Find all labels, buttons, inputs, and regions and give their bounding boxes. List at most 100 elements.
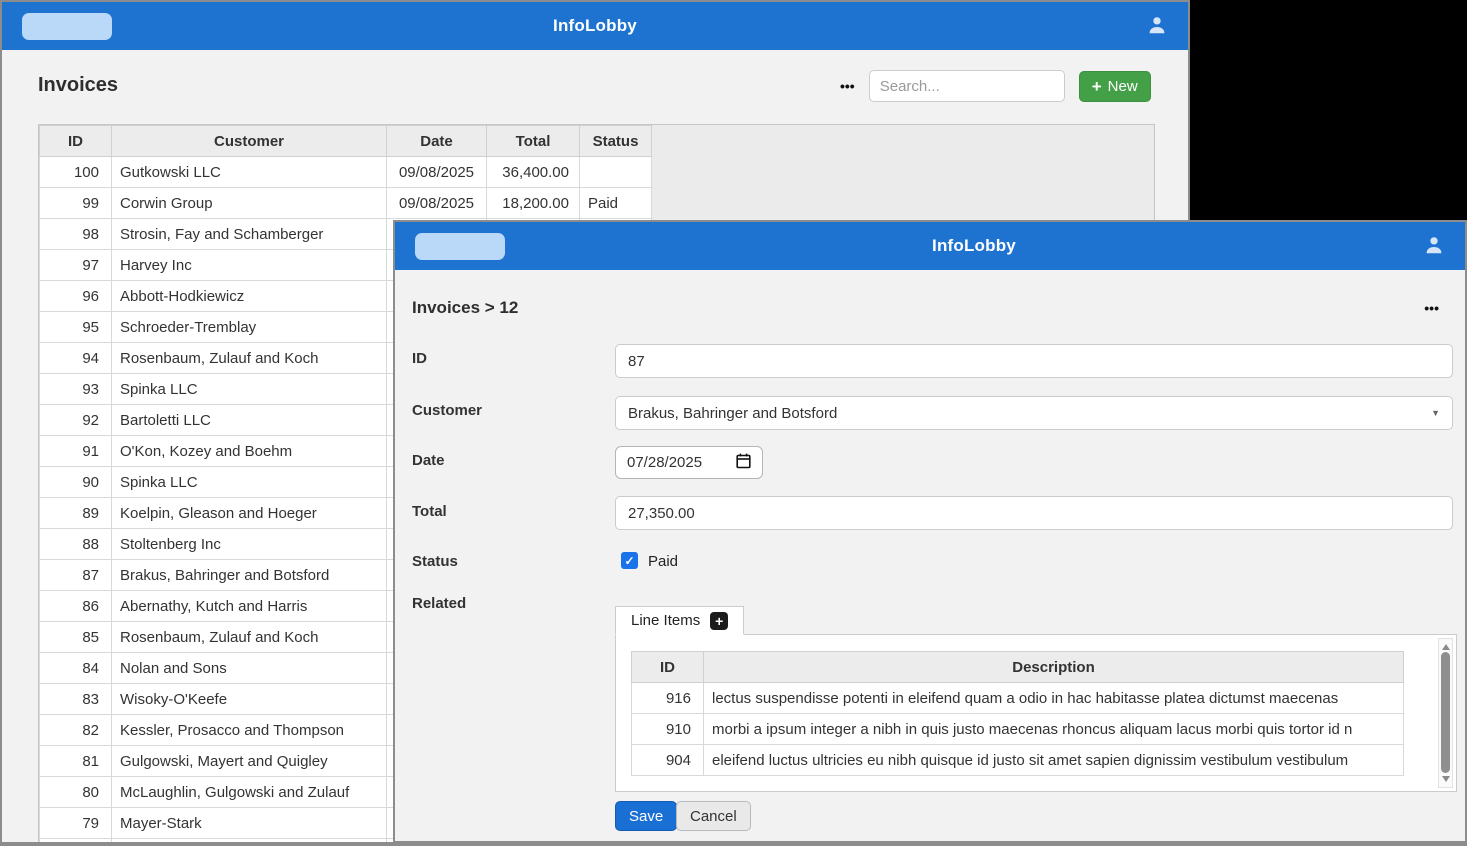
cell-customer: Rosenbaum, Zulauf and Koch [112, 343, 387, 374]
cell-id: 95 [40, 312, 112, 343]
more-menu-icon[interactable]: ••• [1424, 300, 1439, 316]
customer-select[interactable]: Brakus, Bahringer and Botsford ▼ [615, 396, 1453, 430]
cell-id: 96 [40, 281, 112, 312]
new-button-label: New [1108, 78, 1138, 95]
cell-id: 91 [40, 436, 112, 467]
date-label: Date [412, 452, 445, 469]
table-row[interactable]: 99Corwin Group09/08/202518,200.00Paid [40, 188, 652, 219]
cell-status: Paid [580, 188, 652, 219]
cell-id: 87 [40, 560, 112, 591]
cell-id: 85 [40, 622, 112, 653]
line-items-scrollbar[interactable] [1438, 638, 1453, 788]
cell-id: 83 [40, 684, 112, 715]
cell-customer: Wisoky-O'Keefe [112, 684, 387, 715]
col-header-id[interactable]: ID [40, 126, 112, 157]
customer-select-value: Brakus, Bahringer and Botsford [628, 405, 837, 422]
cell-id: 97 [40, 250, 112, 281]
cell-customer: Bartoletti LLC [112, 405, 387, 436]
scroll-down-icon[interactable] [1442, 776, 1450, 782]
cell-customer: Koelpin, Gleason and Hoeger [112, 498, 387, 529]
cell-date: 09/08/2025 [387, 188, 487, 219]
cell-customer: Gutkowski LLC [112, 157, 387, 188]
add-line-item-button[interactable]: + [710, 612, 728, 630]
total-field[interactable] [615, 496, 1453, 530]
app-title: InfoLobby [2, 16, 1188, 36]
cell-customer: Spinka LLC [112, 467, 387, 498]
cell-customer: McLaughlin, Gulgowski and Zulauf [112, 777, 387, 808]
save-button[interactable]: Save [615, 801, 677, 831]
cell-description: lectus suspendisse potenti in eleifend q… [704, 683, 1404, 714]
col-header-customer[interactable]: Customer [112, 126, 387, 157]
cell-id: 78 [40, 839, 112, 846]
col-header-id[interactable]: ID [632, 652, 704, 683]
invoice-detail-window: InfoLobby Invoices > 12 ••• ID Customer … [393, 220, 1467, 846]
cell-id: 99 [40, 188, 112, 219]
cell-id: 79 [40, 808, 112, 839]
cell-id: 90 [40, 467, 112, 498]
cell-customer: Gulgowski, Mayert and Quigley [112, 746, 387, 777]
cancel-button[interactable]: Cancel [676, 801, 751, 831]
breadcrumb: Invoices > 12 [412, 298, 518, 318]
search-input[interactable] [869, 70, 1065, 102]
id-label: ID [412, 350, 427, 367]
tab-line-items[interactable]: Line Items + [615, 606, 744, 635]
col-header-status[interactable]: Status [580, 126, 652, 157]
cell-customer: Rosenbaum, Zulauf and Koch [112, 622, 387, 653]
col-header-description[interactable]: Description [704, 652, 1404, 683]
calendar-icon[interactable] [736, 453, 751, 473]
id-field[interactable] [615, 344, 1453, 378]
cell-id: 88 [40, 529, 112, 560]
app-title: InfoLobby [483, 236, 1465, 256]
total-label: Total [412, 503, 447, 520]
cell-customer: Abernathy, Kutch and Harris [112, 591, 387, 622]
new-button[interactable]: + New [1079, 71, 1151, 102]
titlebar: InfoLobby [395, 222, 1465, 270]
line-items-table-body: 916lectus suspendisse potenti in eleifen… [632, 683, 1404, 776]
cell-total: 36,400.00 [487, 157, 580, 188]
page-title: Invoices [38, 74, 118, 97]
list-actions: ••• + New [840, 70, 1151, 102]
status-label: Status [412, 553, 458, 570]
col-header-date[interactable]: Date [387, 126, 487, 157]
cell-id: 904 [632, 745, 704, 776]
cell-customer: Strosin, Fay and Schamberger [112, 219, 387, 250]
cell-customer: Nolan and Sons [112, 653, 387, 684]
customer-label: Customer [412, 402, 482, 419]
col-header-total[interactable]: Total [487, 126, 580, 157]
cell-id: 93 [40, 374, 112, 405]
cell-customer: Kessler, Prosacco and Thompson [112, 715, 387, 746]
cell-id: 84 [40, 653, 112, 684]
cell-id: 916 [632, 683, 704, 714]
cell-id: 80 [40, 777, 112, 808]
cell-id: 81 [40, 746, 112, 777]
cell-total: 18,200.00 [487, 188, 580, 219]
date-field[interactable]: 07/28/2025 [615, 446, 763, 479]
tab-line-items-label: Line Items [631, 612, 700, 629]
cell-id: 82 [40, 715, 112, 746]
cell-customer: Harvey Inc [112, 250, 387, 281]
cell-id: 89 [40, 498, 112, 529]
status-checkbox-label: Paid [648, 553, 678, 570]
status-checkbox[interactable]: ✓ [621, 552, 638, 569]
titlebar: InfoLobby [2, 2, 1188, 50]
scrollbar-thumb[interactable] [1441, 652, 1450, 773]
cell-id: 92 [40, 405, 112, 436]
user-icon[interactable] [1146, 14, 1168, 36]
cell-customer: Brakus, Bahringer and Botsford [112, 560, 387, 591]
table-header-row: ID Customer Date Total Status [40, 126, 652, 157]
table-row[interactable]: 916lectus suspendisse potenti in eleifen… [632, 683, 1404, 714]
scroll-up-icon[interactable] [1442, 644, 1450, 650]
cell-id: 910 [632, 714, 704, 745]
table-row[interactable]: 100Gutkowski LLC09/08/202536,400.00 [40, 157, 652, 188]
cell-id: 86 [40, 591, 112, 622]
table-row[interactable]: 910morbi a ipsum integer a nibh in quis … [632, 714, 1404, 745]
user-icon[interactable] [1423, 234, 1445, 256]
more-menu-icon[interactable]: ••• [840, 78, 855, 94]
cell-customer: Spinka LLC [112, 374, 387, 405]
table-row[interactable]: 904eleifend luctus ultricies eu nibh qui… [632, 745, 1404, 776]
line-items-panel: ID Description 916lectus suspendisse pot… [615, 634, 1457, 792]
caret-down-icon: ▼ [1431, 408, 1440, 418]
cell-customer: Abbott-Hodkiewicz [112, 281, 387, 312]
cell-description: morbi a ipsum integer a nibh in quis jus… [704, 714, 1404, 745]
cell-customer: O'Kon, Kozey and Boehm [112, 436, 387, 467]
